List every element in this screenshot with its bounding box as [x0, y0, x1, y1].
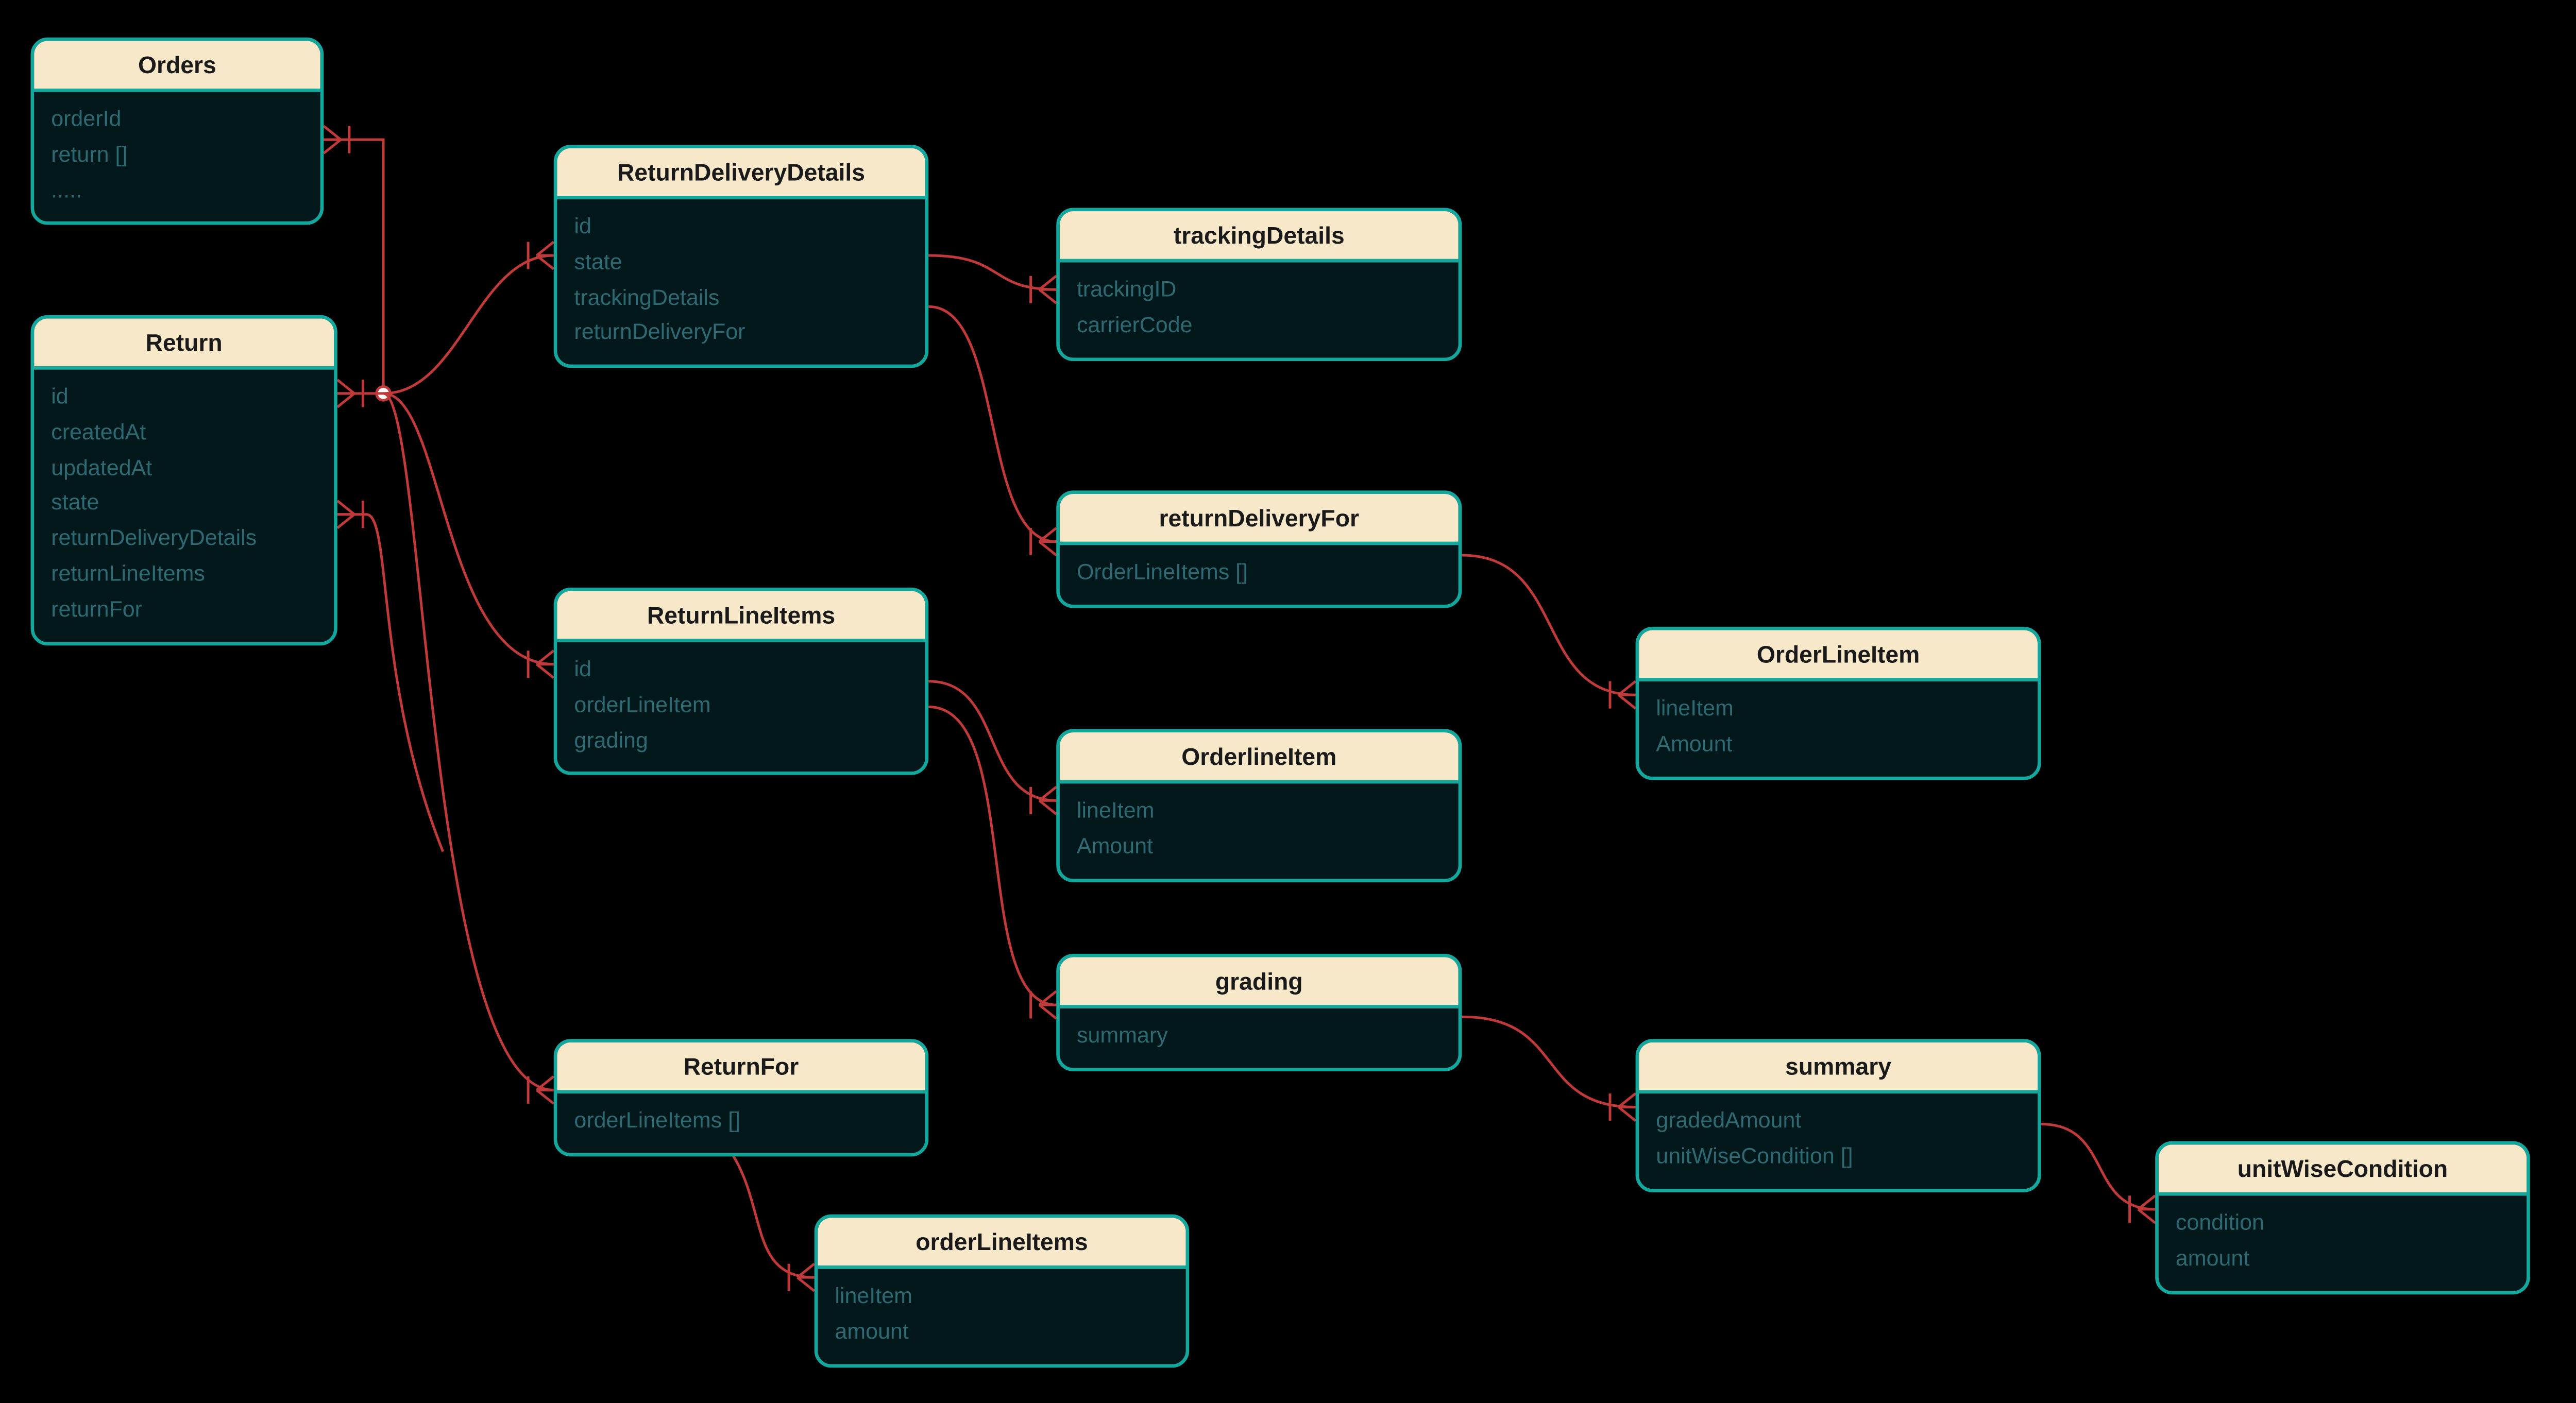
- entity-body: OrderLineItems []: [1060, 545, 1459, 604]
- entity-body: orderId return [] .....: [34, 92, 320, 223]
- field: amount: [835, 1314, 1168, 1350]
- entity-order-line-item[interactable]: OrderLineItem lineItem Amount: [1636, 627, 2041, 779]
- entity-return-line-items[interactable]: ReturnLineItems id orderLineItem grading: [554, 588, 929, 776]
- entity-return[interactable]: Return id createdAt updatedAt state retu…: [31, 315, 337, 645]
- entity-grading[interactable]: grading summary: [1056, 954, 1462, 1071]
- entity-unit-wise-condition[interactable]: unitWiseCondition condition amount: [2155, 1141, 2530, 1294]
- entity-title: grading: [1060, 957, 1459, 1008]
- field: returnLineItems: [51, 557, 317, 592]
- entity-return-delivery-for[interactable]: returnDeliveryFor OrderLineItems []: [1056, 490, 1462, 608]
- field: orderId: [51, 102, 303, 138]
- entity-order-line-items[interactable]: orderLineItems lineItem amount: [815, 1214, 1190, 1367]
- field: summary: [1077, 1019, 1442, 1054]
- entity-title: trackingDetails: [1060, 211, 1459, 262]
- entity-title: ReturnFor: [557, 1042, 925, 1093]
- entity-title: Orders: [34, 41, 320, 92]
- entity-title: ReturnLineItems: [557, 591, 925, 642]
- field: return []: [51, 138, 303, 173]
- entity-body: id state trackingDetails returnDeliveryF…: [557, 199, 925, 365]
- entity-title: OrderLineItem: [1639, 630, 2038, 681]
- entity-title: Return: [34, 318, 334, 369]
- field: lineItem: [1077, 794, 1442, 829]
- entity-return-for[interactable]: ReturnFor orderLineItems []: [554, 1039, 929, 1156]
- entity-title: orderLineItems: [818, 1218, 1185, 1269]
- entity-body: trackingID carrierCode: [1060, 262, 1459, 357]
- entity-body: id orderLineItem grading: [557, 642, 925, 773]
- entity-orders[interactable]: Orders orderId return [] .....: [31, 38, 324, 226]
- field: updatedAt: [51, 451, 317, 486]
- entity-body: lineItem amount: [818, 1269, 1185, 1364]
- entity-body: gradedAmount unitWiseCondition []: [1639, 1093, 2038, 1188]
- entity-body: id createdAt updatedAt state returnDeliv…: [34, 370, 334, 642]
- field: returnDeliveryDetails: [51, 522, 317, 557]
- entity-body: condition amount: [2159, 1195, 2527, 1290]
- field: grading: [574, 723, 908, 759]
- entity-orderline-item[interactable]: OrderlineItem lineItem Amount: [1056, 729, 1462, 881]
- field: id: [51, 380, 317, 415]
- field: Amount: [1077, 829, 1442, 865]
- field: OrderLineItems []: [1077, 555, 1442, 591]
- field: .....: [51, 173, 303, 209]
- field: carrierCode: [1077, 308, 1442, 344]
- entity-body: summary: [1060, 1008, 1459, 1068]
- entity-body: lineItem Amount: [1639, 681, 2038, 776]
- entity-title: OrderlineItem: [1060, 732, 1459, 783]
- field: trackingID: [1077, 272, 1442, 308]
- field: returnDeliveryFor: [574, 316, 908, 351]
- entity-title: ReturnDeliveryDetails: [557, 148, 925, 199]
- entity-summary[interactable]: summary gradedAmount unitWiseCondition […: [1636, 1039, 2041, 1191]
- entity-title: summary: [1639, 1042, 2038, 1093]
- diagram-canvas: Orders orderId return [] ..... Return id…: [0, 0, 2576, 1390]
- field: gradedAmount: [1656, 1104, 2021, 1139]
- entity-title: returnDeliveryFor: [1060, 494, 1459, 545]
- field: lineItem: [1656, 692, 2021, 727]
- field: returnFor: [51, 592, 317, 628]
- entity-title: unitWiseCondition: [2159, 1144, 2527, 1195]
- field: orderLineItems []: [574, 1104, 908, 1139]
- entity-body: lineItem Amount: [1060, 783, 1459, 878]
- field: unitWiseCondition []: [1656, 1139, 2021, 1175]
- field: createdAt: [51, 415, 317, 451]
- entity-tracking-details[interactable]: trackingDetails trackingID carrierCode: [1056, 208, 1462, 360]
- field: amount: [2176, 1241, 2510, 1277]
- field: trackingDetails: [574, 280, 908, 316]
- field: Amount: [1656, 727, 2021, 762]
- field: orderLineItem: [574, 688, 908, 723]
- field: state: [574, 245, 908, 281]
- field: state: [51, 486, 317, 522]
- field: condition: [2176, 1206, 2510, 1241]
- field: id: [574, 653, 908, 688]
- field: lineItem: [835, 1279, 1168, 1314]
- entity-return-delivery-details[interactable]: ReturnDeliveryDetails id state trackingD…: [554, 145, 929, 368]
- entity-body: orderLineItems []: [557, 1093, 925, 1153]
- field: id: [574, 210, 908, 245]
